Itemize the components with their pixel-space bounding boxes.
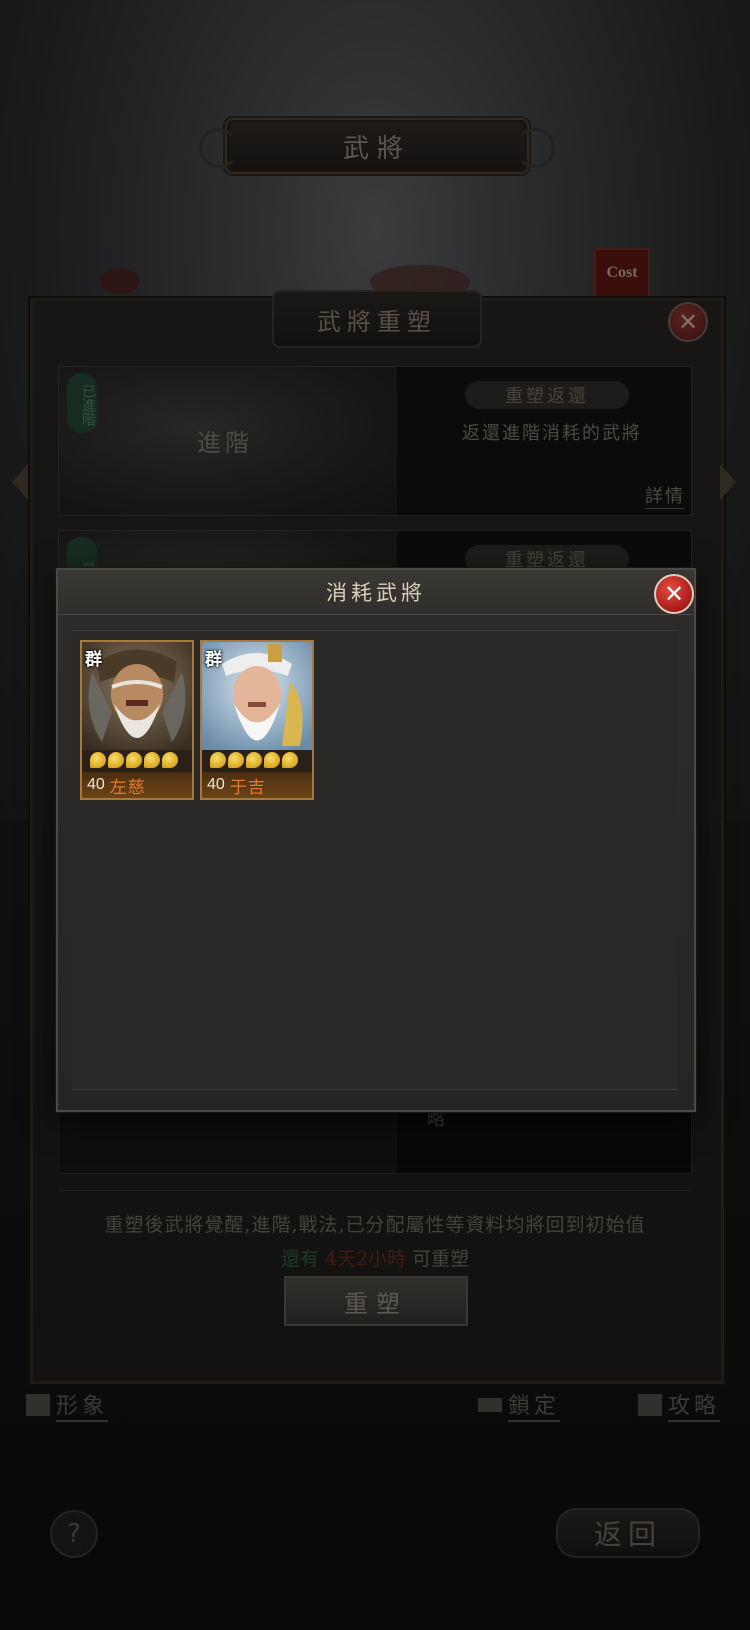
- general-level: 40: [207, 776, 225, 793]
- star-icon: [126, 752, 142, 768]
- star-icon: [228, 752, 244, 768]
- star-rating: [210, 752, 304, 770]
- faction-badge: 群: [85, 650, 102, 670]
- star-icon: [264, 752, 280, 768]
- star-icon: [144, 752, 160, 768]
- general-card-zuoci[interactable]: 群 40 左慈: [80, 640, 194, 800]
- general-name: 左慈: [109, 777, 146, 798]
- general-info-bar: 40 左慈: [82, 772, 192, 798]
- star-icon: [162, 752, 178, 768]
- consume-generals-modal: 消耗武將 ✕ 群 40 左慈 群 40 于吉: [56, 568, 696, 1112]
- general-info-bar: 40 于吉: [202, 772, 312, 798]
- modal-title: 消耗武將: [326, 581, 426, 605]
- general-level: 40: [87, 776, 105, 793]
- star-icon: [246, 752, 262, 768]
- star-icon: [108, 752, 124, 768]
- close-icon: ✕: [663, 580, 685, 608]
- star-rating: [90, 752, 184, 770]
- star-icon: [210, 752, 226, 768]
- modal-close-button[interactable]: ✕: [654, 574, 694, 614]
- star-icon: [90, 752, 106, 768]
- general-card-yuji[interactable]: 群 40 于吉: [200, 640, 314, 800]
- general-name: 于吉: [229, 777, 266, 798]
- star-icon: [282, 752, 298, 768]
- faction-badge: 群: [205, 650, 222, 670]
- modal-header: 消耗武將: [58, 570, 694, 615]
